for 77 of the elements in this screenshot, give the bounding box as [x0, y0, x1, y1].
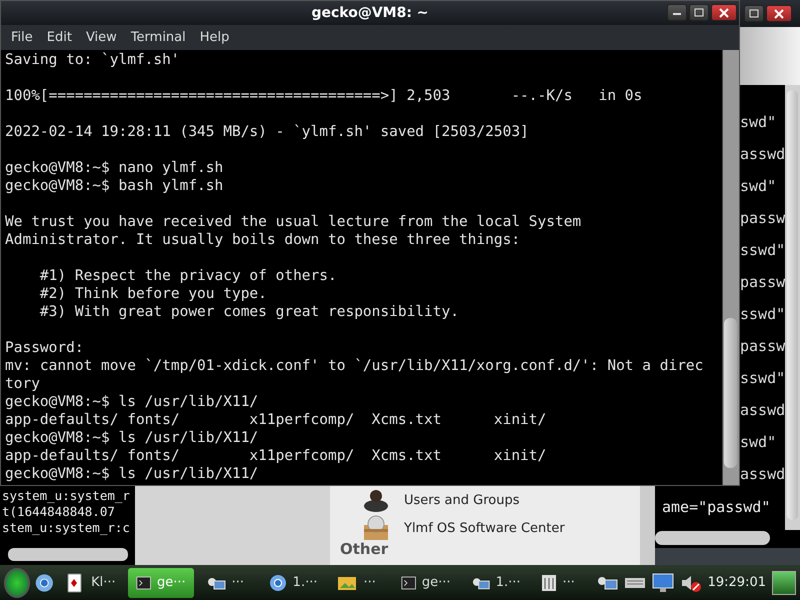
terminal-line: Saving to: `ylmf.sh' — [5, 51, 180, 69]
scrollbar[interactable] — [8, 548, 128, 561]
close-icon — [774, 8, 784, 18]
menu-item[interactable]: Edit — [46, 30, 72, 45]
terminal-line: We trust you have received the usual lecture from the local System — [5, 213, 582, 231]
terminal-line: tory — [5, 375, 40, 393]
launcher-item[interactable]: Ylmf OS Software Center — [330, 514, 640, 542]
terminal-icon — [136, 574, 151, 590]
window-title: gecko@VM8: ~ — [311, 5, 429, 21]
maximize-icon — [694, 8, 704, 17]
scrollbar[interactable] — [640, 486, 655, 565]
close-button[interactable] — [766, 5, 792, 22]
close-icon — [719, 8, 729, 18]
terminal-line: sswd" — [740, 240, 785, 261]
terminal-line: #2) Think before you type. — [38, 285, 267, 303]
calculator-icon — [540, 574, 557, 592]
start-button[interactable] — [4, 568, 30, 598]
terminal-line: passw — [740, 272, 785, 293]
maximize-icon — [749, 9, 759, 18]
scrollbar[interactable] — [722, 50, 739, 485]
terminal-line: system_u:system_r — [2, 488, 131, 504]
clock: 19:29:01 — [708, 575, 766, 590]
terminal-line: sswd" — [740, 368, 785, 389]
terminal-line: asswd — [740, 464, 785, 485]
taskbar-button[interactable]: 1.··· — [462, 568, 529, 598]
terminal-line: stem_u:system_r:c — [2, 520, 131, 536]
terminal-line: #3) With great power comes great responsibility. — [38, 303, 459, 321]
launcher-item[interactable]: Users and Groups — [330, 486, 640, 514]
taskbar-button[interactable]: ··· — [198, 568, 257, 598]
scrollbar[interactable] — [655, 531, 770, 545]
terminal-line: asswd — [740, 400, 785, 421]
taskbar-button[interactable]: ge··· — [392, 568, 459, 598]
scrollbar[interactable] — [785, 85, 800, 530]
terminal-line: swd" — [740, 112, 776, 133]
terminal-line: gecko@VM8:~$ ls /usr/lib/X11/ — [5, 429, 258, 447]
keyboard-icon[interactable] — [624, 576, 646, 590]
terminal-line: Password: — [5, 339, 84, 357]
terminal-line: swd" — [740, 176, 776, 197]
terminal-line: app-defaults/ fonts/ x11perfcomp/ Xcms.txt xinit/ — [5, 447, 546, 465]
close-button[interactable] — [711, 4, 737, 21]
maximize-button[interactable] — [689, 4, 709, 21]
terminal-line: Administrator. It usually boils down to these three things: — [5, 231, 520, 249]
terminal-line: mv: cannot move `/tmp/01-xdick.conf' to `/usr/lib/X11/xorg.conf.d/': Not a direc — [5, 357, 704, 375]
person-icon — [362, 488, 390, 512]
taskbar-button[interactable]: Kl··· — [59, 568, 124, 598]
terminal-line: gecko@VM8:~$ nano ylmf.sh — [5, 159, 224, 177]
menu-item[interactable]: File — [11, 30, 33, 45]
menu-item[interactable]: Terminal — [130, 30, 186, 45]
minimize-button[interactable] — [667, 4, 687, 21]
globe-icon — [268, 574, 287, 592]
taskbar-button[interactable]: 1.··· — [260, 568, 326, 598]
maximize-button[interactable] — [744, 5, 764, 22]
terminal-icon — [400, 574, 416, 590]
terminal-line: asswd — [740, 144, 785, 165]
terminal-line: t(1644848848.07 — [2, 504, 116, 520]
terminal-line: gecko@VM8:~$ ls /usr/lib/X11/ — [5, 465, 258, 483]
menu-item[interactable]: View — [86, 30, 117, 45]
taskbar-button[interactable]: ··· — [532, 568, 592, 598]
package-icon — [362, 515, 390, 541]
terminal-line: 100%[======================================>] 2,503 --.-K/s in 0s — [5, 87, 642, 105]
monitor-icon[interactable] — [652, 572, 674, 592]
image-icon — [337, 574, 358, 590]
terminal-line: swd" — [740, 432, 776, 453]
terminal-line: sswd" — [740, 304, 785, 325]
terminal-line: passw — [740, 208, 785, 229]
taskbar-button[interactable]: ··· — [329, 568, 389, 598]
terminal-line: passw — [740, 336, 785, 357]
section-heading: Other — [339, 539, 390, 559]
show-desktop-button[interactable] — [772, 570, 796, 594]
terminal-line: #1) Respect the privacy of others. — [38, 267, 337, 285]
terminal-line: 2022-02-14 19:28:11 (345 MB/s) - `ylmf.sh' saved [2503/2503] — [5, 123, 529, 141]
terminal-line: gecko@VM8:~$ bash ylmf.sh — [5, 177, 224, 195]
terminal-line: app-defaults/ fonts/ x11perfcomp/ Xcms.txt xinit/ — [5, 411, 546, 429]
window-toolbar — [740, 27, 800, 85]
terminal-line: ame="passwd" — [662, 498, 770, 516]
terminal-line: gecko@VM8:~$ ls /usr/lib/X11/ — [5, 393, 258, 411]
menu-item[interactable]: Help — [200, 30, 230, 45]
